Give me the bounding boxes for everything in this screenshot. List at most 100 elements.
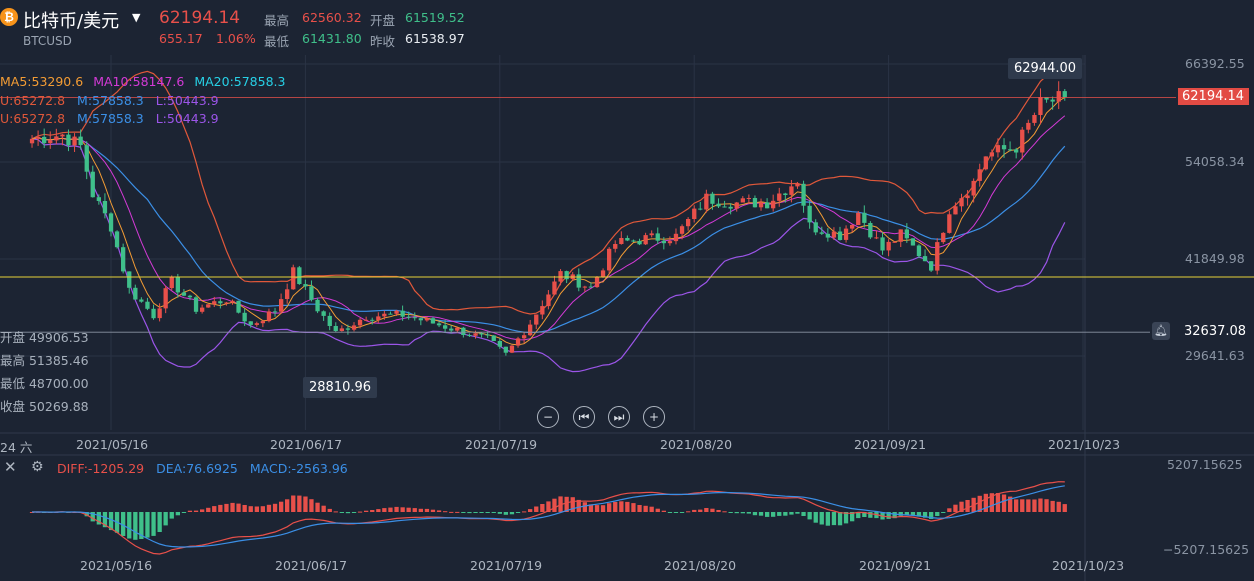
candle-body xyxy=(807,205,812,223)
boll-lower-line xyxy=(31,138,1066,373)
macd-histogram-bar xyxy=(272,503,278,512)
candle-body xyxy=(491,335,496,341)
macd-histogram-bar xyxy=(789,512,794,515)
skip-back-button[interactable]: ⏮ xyxy=(573,406,595,428)
candle-body xyxy=(625,238,630,241)
candle-body xyxy=(121,247,126,272)
macd-histogram-bar xyxy=(133,512,138,540)
macd-histogram-bar xyxy=(364,510,369,512)
candle-body xyxy=(72,136,77,146)
candle-body xyxy=(218,301,223,304)
macd-histogram-bar xyxy=(1014,499,1019,512)
macd-histogram-bar xyxy=(485,512,490,513)
candle-body xyxy=(54,136,59,141)
high-label: 最高 xyxy=(264,13,290,28)
candle-body xyxy=(127,271,132,288)
candle-body xyxy=(309,286,314,300)
ma5-legend: MA5:53290.6 xyxy=(0,74,84,89)
ma-legend: MA5:53290.6 MA10:58147.6 MA20:57858.3 xyxy=(0,74,285,89)
macd-histogram-bar xyxy=(825,512,830,526)
candle-body xyxy=(388,313,393,315)
candle-body xyxy=(989,152,994,157)
candle-body xyxy=(837,231,843,240)
macd-histogram-bar xyxy=(953,504,958,512)
candle-body xyxy=(424,318,430,321)
boll-legend-1: U:65272.8 M:57858.3 L:50443.9 xyxy=(0,93,219,108)
date-tick: 2021/09/21 xyxy=(859,558,932,573)
boll-legend-2: U:65272.8 M:57858.3 L:50443.9 xyxy=(0,111,219,126)
candle-body xyxy=(376,316,381,321)
candle-body xyxy=(600,270,606,278)
price-change: 655.17 xyxy=(159,31,203,46)
macd-histogram-bar xyxy=(406,507,411,512)
hover-info-panel: 开盘 49906.53 最高 51385.46 最低 48700.00 收盘 5… xyxy=(0,327,89,415)
prev-close-value: 61538.97 xyxy=(405,31,465,46)
macd-histogram-bar xyxy=(607,503,612,512)
diff-legend: DIFF:-1205.29 xyxy=(57,461,145,476)
date-tick: 2021/10/23 xyxy=(1048,437,1121,452)
candle-body xyxy=(254,323,259,325)
candle-body xyxy=(789,186,794,195)
candle-body xyxy=(686,219,691,227)
zoom-out-button[interactable]: − xyxy=(537,406,559,428)
chart-canvas[interactable] xyxy=(0,52,1254,581)
low-value: 61431.80 xyxy=(302,31,362,46)
candle-body xyxy=(613,244,618,249)
candle-body xyxy=(576,274,581,288)
bell-icon[interactable]: 🔔︎ xyxy=(1152,322,1170,340)
bitcoin-icon: ₿ xyxy=(0,8,18,26)
candle-body xyxy=(48,140,53,144)
macd-histogram-bar xyxy=(193,510,199,512)
quote-header: ₿ 比特币/美元 ▼ BTCUSD 62194.14 655.17 1.06% … xyxy=(0,0,1254,52)
candle-body xyxy=(291,267,296,290)
candle-body xyxy=(534,314,539,325)
candle-body xyxy=(704,193,709,210)
candle-body xyxy=(862,212,867,223)
candle-body xyxy=(983,156,988,170)
candle-body xyxy=(552,281,557,295)
skip-forward-button[interactable]: ⏭ xyxy=(608,406,630,428)
macd-histogram-bar xyxy=(1056,501,1061,512)
macd-histogram-bar xyxy=(582,502,587,512)
symbol-title[interactable]: 比特币/美元 xyxy=(23,7,119,33)
macd-histogram-bar xyxy=(218,504,223,512)
settings-icon[interactable]: ⚙ xyxy=(31,459,44,475)
macd-histogram-bar xyxy=(600,505,606,512)
macd-histogram-bar xyxy=(449,511,454,513)
candle-body xyxy=(831,231,837,238)
macd-histogram-bar xyxy=(758,512,764,516)
candle-body xyxy=(819,232,824,234)
candle-body xyxy=(661,240,666,244)
candle-body xyxy=(193,297,199,312)
candle-body xyxy=(515,338,521,346)
macd-histogram-bar xyxy=(145,512,150,538)
macd-histogram-bar xyxy=(1050,500,1055,512)
macd-histogram-bar xyxy=(327,508,332,512)
macd-histogram-bar xyxy=(127,512,132,539)
chevron-down-icon[interactable]: ▼ xyxy=(132,11,140,24)
candle-body xyxy=(90,171,95,198)
macd-histogram-bar xyxy=(746,512,751,514)
candle-body xyxy=(953,206,958,215)
zoom-in-button[interactable]: + xyxy=(643,406,665,428)
candle-body xyxy=(692,208,697,219)
macd-histogram-bar xyxy=(467,512,472,514)
candle-body xyxy=(260,321,265,324)
candle-body xyxy=(1050,99,1055,102)
candle-body xyxy=(351,325,357,330)
candle-body xyxy=(139,299,144,302)
macd-histogram-bar xyxy=(801,512,806,516)
macd-histogram-bar xyxy=(710,508,715,512)
close-icon[interactable]: ✕ xyxy=(4,458,17,476)
candle-body xyxy=(564,271,569,280)
macd-histogram-bar xyxy=(777,512,782,516)
date-axis-macd: 2021/05/16 2021/06/17 2021/07/19 2021/08… xyxy=(0,558,1254,578)
macd-histogram-bar xyxy=(163,512,168,526)
candle-body xyxy=(436,323,442,326)
candle-body xyxy=(777,193,782,201)
candle-body xyxy=(279,299,284,312)
candle-body xyxy=(242,312,247,322)
macd-histogram-bar xyxy=(965,500,970,512)
date-tick: 2021/08/20 xyxy=(660,437,733,452)
macd-histogram-bar xyxy=(424,508,430,512)
